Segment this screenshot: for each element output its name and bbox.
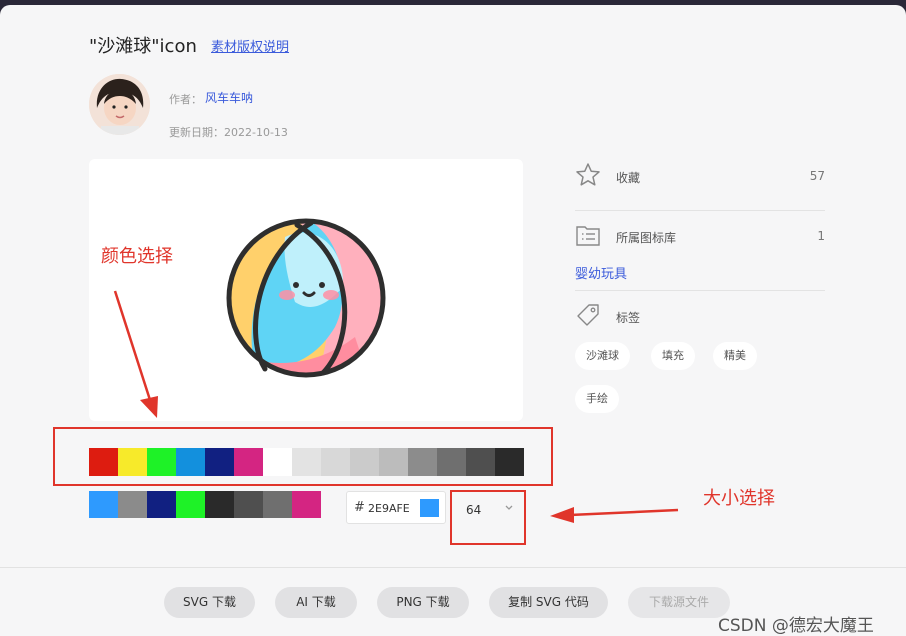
svg-download-button[interactable]: SVG 下载 xyxy=(164,587,255,618)
tag-pill[interactable]: 沙滩球 xyxy=(575,342,630,370)
icon-detail-dialog: "沙滩球"icon 素材版权说明 作者： 风车车呐 更新日期：2022-10-1… xyxy=(0,5,906,636)
tag-pill[interactable]: 手绘 xyxy=(575,385,619,413)
size-value: 64 xyxy=(466,503,482,517)
tags-label: 标签 xyxy=(616,311,641,325)
color-select-annotation: 颜色选择 xyxy=(101,246,173,267)
library-label: 所属图标库 xyxy=(616,231,677,245)
watermark: CSDN @德宏大魔王 xyxy=(718,616,874,636)
recent-color-swatch[interactable] xyxy=(292,491,321,518)
color-swatch[interactable] xyxy=(350,448,379,476)
sidebar-divider xyxy=(575,210,825,211)
hex-color-input[interactable]: # 2E9AFE xyxy=(346,491,446,524)
recent-color-swatch[interactable] xyxy=(89,491,118,518)
copyright-link[interactable]: 素材版权说明 xyxy=(211,36,289,55)
download-source-button[interactable]: 下载源文件 xyxy=(628,587,730,618)
recent-color-swatch[interactable] xyxy=(176,491,205,518)
color-swatch[interactable] xyxy=(118,448,147,476)
size-select-annotation: 大小选择 xyxy=(703,488,775,509)
color-swatch[interactable] xyxy=(495,448,524,476)
chevron-down-icon xyxy=(505,505,513,510)
favorite-row[interactable]: 收藏 57 xyxy=(575,162,825,192)
recent-color-swatch[interactable] xyxy=(118,491,147,518)
icon-title: "沙滩球"icon xyxy=(89,36,197,57)
color-swatch[interactable] xyxy=(437,448,466,476)
png-download-button[interactable]: PNG 下载 xyxy=(377,587,469,618)
tag-pill[interactable]: 填充 xyxy=(651,342,695,370)
recent-color-swatch[interactable] xyxy=(205,491,234,518)
color-swatch[interactable] xyxy=(321,448,350,476)
hex-color-chip[interactable] xyxy=(420,499,439,517)
color-swatch[interactable] xyxy=(176,448,205,476)
library-row: 所属图标库 1 xyxy=(575,222,825,250)
color-swatch[interactable] xyxy=(147,448,176,476)
hex-hash: # xyxy=(354,500,365,515)
tag-pill[interactable]: 精美 xyxy=(713,342,757,370)
sidebar-divider xyxy=(575,290,825,291)
annotation-arrow-down xyxy=(113,290,158,418)
library-count: 1 xyxy=(817,229,825,243)
color-swatch[interactable] xyxy=(408,448,437,476)
date-label: 更新日期： xyxy=(169,126,224,139)
date-value: 2022-10-13 xyxy=(224,126,288,139)
update-date: 更新日期：2022-10-13 xyxy=(169,124,288,140)
copy-svg-code-button[interactable]: 复制 SVG 代码 xyxy=(489,587,608,618)
color-swatch[interactable] xyxy=(466,448,495,476)
color-swatch[interactable] xyxy=(234,448,263,476)
color-swatch[interactable] xyxy=(263,448,292,476)
color-swatch[interactable] xyxy=(205,448,234,476)
color-swatch[interactable] xyxy=(89,448,118,476)
hex-value[interactable]: 2E9AFE xyxy=(368,502,410,515)
size-select[interactable]: 64 xyxy=(456,494,524,527)
recent-color-swatch[interactable] xyxy=(234,491,263,518)
color-swatch[interactable] xyxy=(292,448,321,476)
favorite-label: 收藏 xyxy=(616,171,641,185)
color-swatch[interactable] xyxy=(379,448,408,476)
folder-list-icon xyxy=(576,226,600,246)
author-label: 作者： xyxy=(169,93,202,106)
author-avatar[interactable] xyxy=(89,74,150,135)
author-name-link[interactable]: 风车车呐 xyxy=(205,89,253,106)
favorite-count: 57 xyxy=(809,169,825,183)
recent-color-swatch[interactable] xyxy=(263,491,292,518)
tag-icon xyxy=(577,304,599,326)
star-icon[interactable] xyxy=(575,162,601,188)
footer-divider xyxy=(0,567,906,568)
recent-color-swatch[interactable] xyxy=(147,491,176,518)
library-link[interactable]: 婴幼玩具 xyxy=(575,263,627,282)
ai-download-button[interactable]: AI 下载 xyxy=(275,587,357,618)
beach-ball-icon xyxy=(226,218,386,378)
tags-row: 标签 xyxy=(575,302,825,330)
annotation-arrow-left xyxy=(550,507,679,523)
